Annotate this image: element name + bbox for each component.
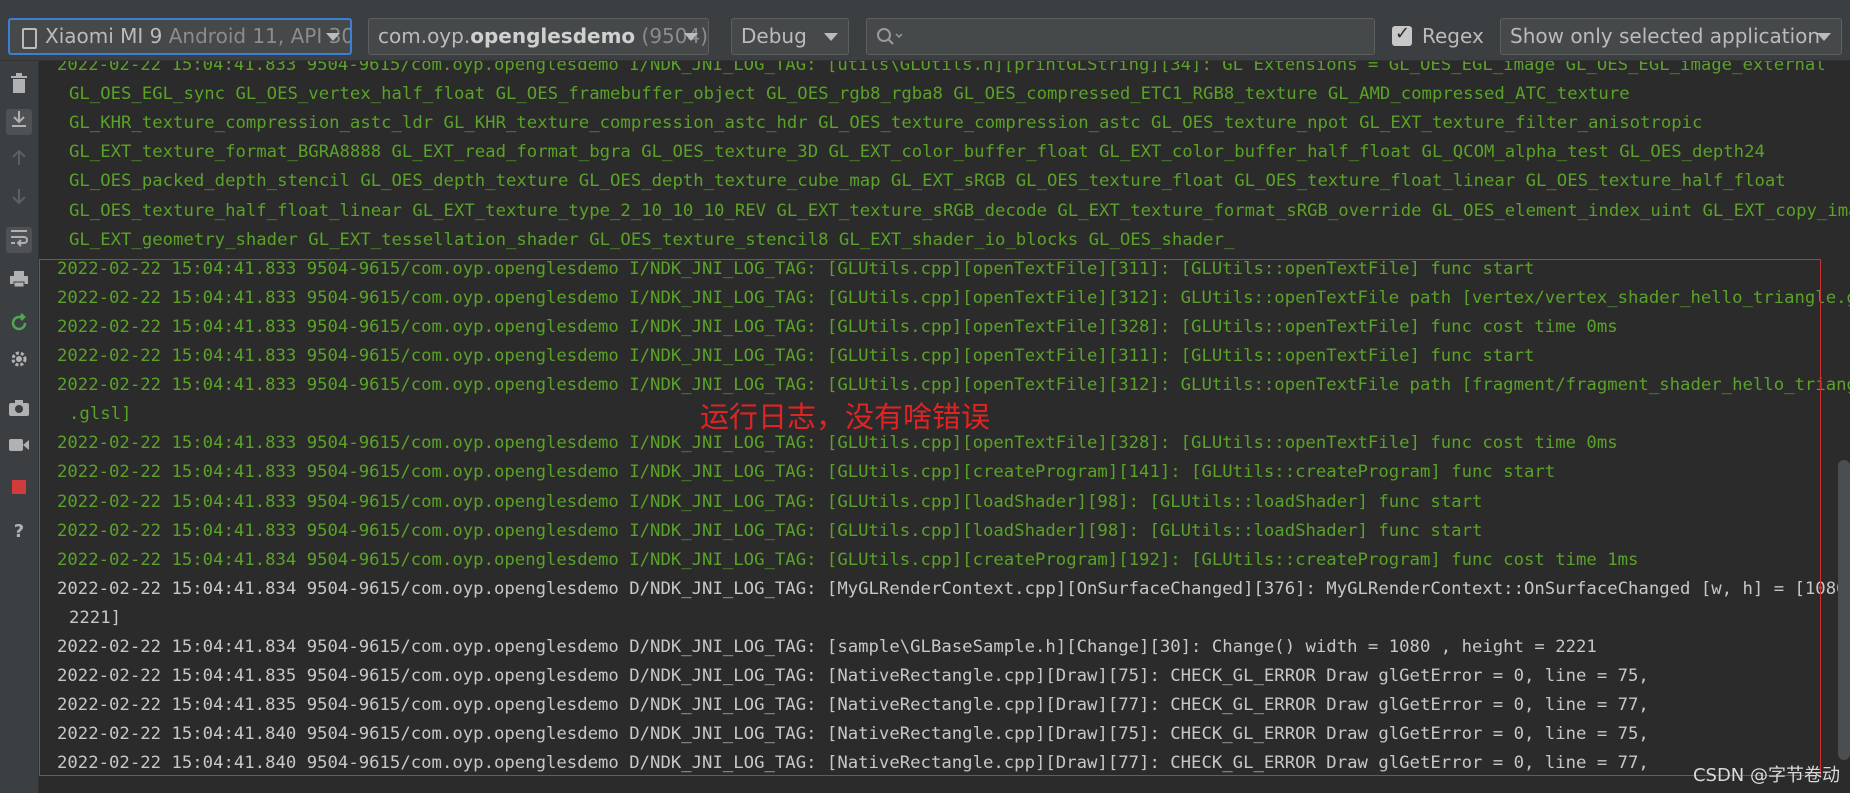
screenshot-icon[interactable] <box>6 399 32 425</box>
phone-icon <box>22 28 37 49</box>
chevron-down-icon <box>684 33 698 41</box>
log-line: 2022-02-22 15:04:41.840 9504-9615/com.oy… <box>57 724 1649 745</box>
print-icon[interactable] <box>6 269 32 295</box>
process-prefix: com.oyp. <box>378 24 471 48</box>
filter-select[interactable]: Show only selected application <box>1500 18 1842 55</box>
log-line: GL_OES_texture_half_float_linear GL_EXT_… <box>69 200 1850 221</box>
check-icon: ✓ <box>1395 23 1411 44</box>
chevron-down-icon <box>1817 33 1831 41</box>
log-level-select[interactable]: Debug <box>731 18 849 55</box>
log-line: GL_OES_packed_depth_stencil GL_OES_depth… <box>69 171 1786 192</box>
log-line: 2022-02-22 15:04:41.833 9504-9615/com.oy… <box>57 491 1483 512</box>
log-line: .glsl] <box>69 404 132 425</box>
regex-checkbox[interactable]: ✓ <box>1392 23 1412 46</box>
process-name: openglesdemo <box>470 24 636 48</box>
down-arrow-icon[interactable] <box>6 187 32 213</box>
log-line: 2022-02-22 15:04:41.834 9504-9615/com.oy… <box>57 637 1597 657</box>
annotation-text: 运行日志，没有啥错误 <box>700 400 991 434</box>
log-line: 2022-02-22 15:04:41.833 9504-9615/com.oy… <box>57 375 1850 396</box>
log-line: 2022-02-22 15:04:41.834 9504-9615/com.oy… <box>57 578 1850 599</box>
log-line: 2022-02-22 15:04:41.833 9504-9615/com.oy… <box>57 520 1483 541</box>
video-icon[interactable] <box>6 435 32 461</box>
watermark: CSDN @字节卷动 <box>1692 765 1840 786</box>
log-line: GL_EXT_geometry_shader GL_EXT_tessellati… <box>69 229 1235 250</box>
restart-icon[interactable] <box>6 313 32 339</box>
chevron-down-icon <box>824 33 838 41</box>
process-select[interactable]: com.oyp.openglesdemo (9504) <box>368 18 709 55</box>
settings-icon[interactable] <box>6 349 32 375</box>
log-line: 2022-02-22 15:04:41.833 9504-9615/com.oy… <box>57 258 1535 279</box>
soft-wrap-icon[interactable] <box>6 227 32 253</box>
log-line: 2022-02-22 15:04:41.833 9504-9615/com.oy… <box>57 287 1850 308</box>
chevron-down-icon <box>326 33 340 41</box>
log-line: 2022-02-22 15:04:41.835 9504-9615/com.oy… <box>57 666 1649 687</box>
scrollbar-thumb[interactable] <box>1838 460 1850 760</box>
logcat-toolbar: Xiaomi MI 9 Android 11, API 30 com.oyp.o… <box>0 0 1850 61</box>
log-line: 2221] <box>69 607 122 628</box>
log-level-value: Debug <box>741 24 807 48</box>
log-line: 2022-02-22 15:04:41.833 9504-9615/com.oy… <box>57 346 1535 366</box>
log-line: 2022-02-22 15:04:41.833 9504-9615/com.oy… <box>57 61 1826 75</box>
log-line: 2022-02-22 15:04:41.833 9504-9615/com.oy… <box>57 462 1556 483</box>
regex-label: Regex <box>1422 24 1484 48</box>
search-input[interactable] <box>907 19 1371 56</box>
log-line: 2022-02-22 15:04:41.840 9504-9615/com.oy… <box>57 753 1649 774</box>
help-icon[interactable]: ? <box>6 519 32 545</box>
logcat-sidebar: ? <box>0 61 39 793</box>
log-line: 2022-02-22 15:04:41.835 9504-9615/com.oy… <box>57 695 1649 716</box>
log-line: GL_OES_EGL_sync GL_OES_vertex_half_float… <box>69 84 1630 105</box>
device-detail: Android 11, API 30 <box>168 24 352 48</box>
log-line: 2022-02-22 15:04:41.833 9504-9615/com.oy… <box>57 316 1618 337</box>
device-select[interactable]: Xiaomi MI 9 Android 11, API 30 <box>8 18 352 55</box>
filter-value: Show only selected application <box>1510 24 1821 48</box>
process-pid: (9504) <box>641 24 709 48</box>
trash-icon[interactable] <box>6 73 32 99</box>
log-line: 2022-02-22 15:04:41.834 9504-9615/com.oy… <box>57 549 1639 570</box>
device-name: Xiaomi MI 9 <box>45 24 163 48</box>
search-icon <box>877 28 903 45</box>
search-box <box>866 18 1375 56</box>
log-line: GL_EXT_texture_format_BGRA8888 GL_EXT_re… <box>69 142 1765 163</box>
up-arrow-icon[interactable] <box>6 149 32 175</box>
log-line: GL_KHR_texture_compression_astc_ldr GL_K… <box>69 113 1703 134</box>
scroll-to-end-icon[interactable] <box>6 109 32 135</box>
stop-icon[interactable] <box>6 477 32 503</box>
